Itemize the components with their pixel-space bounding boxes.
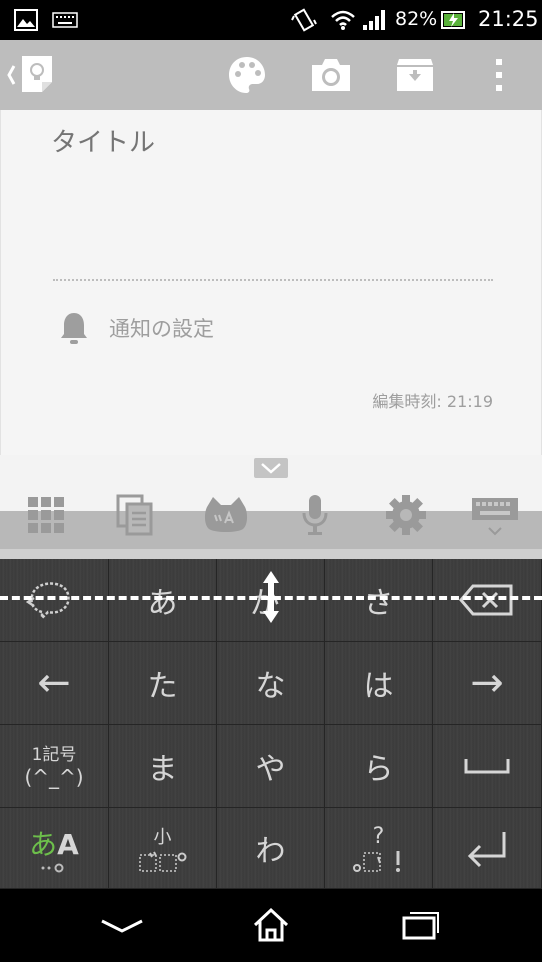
latin-mode-label: A [57,828,79,861]
emoticon-label: (^_^) [24,765,84,789]
keyboard-toolbar-shadow [0,549,542,559]
key-label: さ [363,586,394,621]
key-sa[interactable]: さ [325,559,433,642]
key-ha[interactable]: は [325,642,433,725]
cursor-left-key[interactable]: ← [0,642,109,725]
archive-icon [397,59,433,91]
cursor-right-key[interactable]: → [433,642,542,725]
home-button[interactable] [241,903,301,947]
key-label: あ [147,586,178,621]
key-label: ら [363,752,394,787]
backspace-icon [459,584,513,616]
small-key-label: 小 [153,827,172,848]
archive-button[interactable] [392,52,438,98]
input-mode-key[interactable]: あ A [0,808,109,889]
chevron-down-icon [101,919,143,933]
recent-apps-button[interactable] [391,903,451,947]
camera-button[interactable] [308,52,354,98]
edited-time: 編集時刻: 21:19 [372,392,493,411]
collapse-toolbar-button[interactable] [254,458,288,478]
enter-key[interactable] [433,808,542,889]
vibrate-icon [291,8,317,32]
undo-key[interactable] [0,559,109,642]
key-ma[interactable]: ま [109,725,217,808]
undo-bubble-icon [26,582,70,620]
divider [53,279,493,281]
keyboard-hide-icon [472,498,518,536]
wifi-icon [331,10,355,30]
status-bar: 82% 21:25 [0,0,542,40]
chevron-down-icon [261,463,281,474]
signal-icon [363,10,385,30]
back-home-button[interactable] [4,52,68,98]
key-na[interactable]: な [217,642,325,725]
flick-keyboard: あ か さ ← た な は → 1記号 (^_^) ま や ら あ A 小 わ … [0,559,542,889]
space-key[interactable] [433,725,542,808]
keyboard-notification-icon [52,12,78,28]
emoji-button[interactable] [201,490,251,540]
microphone-icon [302,495,328,535]
overflow-menu-button[interactable] [476,52,522,98]
bell-icon [61,313,87,344]
kana-mode-label: あ [29,828,58,861]
palette-icon [229,57,265,93]
key-ka[interactable]: か [217,559,325,642]
battery-percent: 82% [395,8,438,30]
home-icon [253,907,289,942]
navigation-bar [0,889,542,962]
key-ya[interactable]: や [217,725,325,808]
small-dakuten-key[interactable]: 小 [109,808,217,889]
punctuation-icon [352,850,400,872]
title-input[interactable] [51,128,491,158]
color-palette-button[interactable] [224,52,270,98]
space-icon [464,759,510,774]
gallery-notification-icon [14,9,38,31]
backspace-key[interactable] [433,559,542,642]
key-ta[interactable]: た [109,642,217,725]
hide-keyboard-button[interactable] [470,490,520,540]
battery-charging-icon [441,11,465,29]
keep-app-icon [7,56,52,92]
symbol-key[interactable]: 1記号 (^_^) [0,725,109,808]
key-label: ← [37,660,71,706]
settings-button[interactable] [381,490,431,540]
keyboard-move-guide [0,596,542,600]
symbol-key-label: 1記号 [31,745,77,765]
back-button[interactable] [92,903,152,947]
key-label: → [470,660,504,706]
recent-apps-icon [402,912,439,940]
enter-icon [467,832,506,868]
key-wa[interactable]: わ [217,808,325,889]
action-bar [0,40,542,110]
punct-key-label: ? [372,823,385,849]
copy-paste-icon [116,494,153,536]
reminder-setting[interactable]: 通知の設定 [109,313,214,343]
note-editor: 通知の設定 編集時刻: 21:19 [0,110,542,455]
key-label: た [147,669,178,704]
key-label: ま [147,752,178,787]
gear-icon [386,495,426,535]
function-grid-button[interactable] [21,490,71,540]
camera-icon [312,59,350,91]
key-label: や [255,752,286,787]
cat-face-icon [204,497,248,532]
grid-icon [28,497,64,533]
key-ra[interactable]: ら [325,725,433,808]
clipboard-button[interactable] [110,490,160,540]
dakuten-icon [138,851,186,872]
keyboard-toolbar-strip [0,511,542,549]
more-vert-icon [496,59,502,91]
key-a[interactable]: あ [109,559,217,642]
voice-input-button[interactable] [290,490,340,540]
mode-settings-icon [41,863,64,873]
punctuation-key[interactable]: ? [325,808,433,889]
clock: 21:25 [478,7,539,31]
key-label: な [255,669,286,704]
key-label: は [363,669,394,704]
key-label: わ [255,834,286,869]
